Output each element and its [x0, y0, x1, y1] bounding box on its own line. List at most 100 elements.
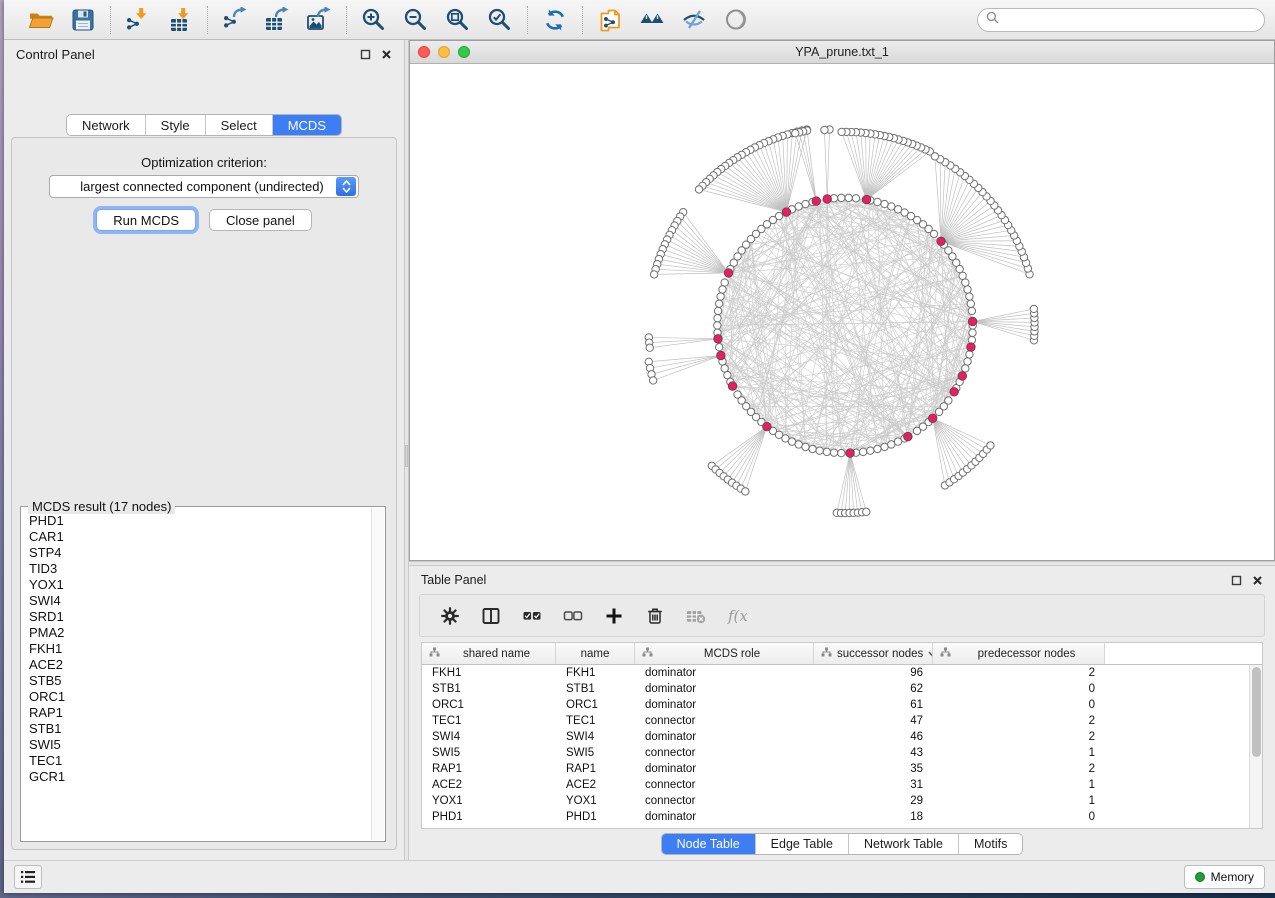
tab-motifs[interactable]: Motifs [959, 834, 1022, 854]
mcds-node[interactable] [904, 432, 913, 441]
mcds-result-item[interactable]: TID3 [29, 561, 371, 577]
network-graph[interactable] [410, 64, 1274, 560]
zoom-out-icon[interactable] [402, 6, 430, 34]
close-table-panel-icon[interactable] [1251, 574, 1263, 586]
zoom-in-icon[interactable] [360, 6, 388, 34]
mcds-result-item[interactable]: GCR1 [29, 769, 371, 785]
add-row-icon[interactable] [602, 604, 626, 628]
table-row-YOX1[interactable]: YOX1YOX1connector291 [422, 793, 1249, 809]
window-close-button[interactable] [418, 46, 430, 58]
search-input[interactable] [1004, 13, 1256, 27]
table-row-ACE2[interactable]: ACE2ACE2connector311 [422, 777, 1249, 793]
mcds-node[interactable] [724, 269, 733, 278]
open-folder-icon[interactable] [27, 6, 55, 34]
table-row-PHD1[interactable]: PHD1PHD1dominator180 [422, 809, 1249, 825]
mcds-result-item[interactable]: SWI4 [29, 593, 371, 609]
close-panel-icon[interactable] [380, 48, 392, 60]
table-row-RAP1[interactable]: RAP1RAP1dominator352 [422, 761, 1249, 777]
table-row-TEC1[interactable]: TEC1TEC1connector472 [422, 713, 1249, 729]
network-from-selection-icon[interactable] [596, 6, 624, 34]
zoom-selected-icon[interactable] [486, 6, 514, 34]
search-box[interactable] [977, 8, 1265, 32]
export-image-icon[interactable] [305, 6, 333, 34]
mcds-node[interactable] [823, 195, 832, 204]
table-row-SWI4[interactable]: SWI4SWI4dominator462 [422, 729, 1249, 745]
mcds-node[interactable] [846, 449, 855, 458]
import-table-icon[interactable] [166, 6, 194, 34]
table-row-ORC1[interactable]: ORC1ORC1dominator610 [422, 697, 1249, 713]
mcds-result-item[interactable]: SRD1 [29, 609, 371, 625]
column-header-predecessor-nodes[interactable]: predecessor nodes [933, 643, 1105, 664]
column-header-shared-name[interactable]: shared name [422, 643, 556, 664]
splitter-grip[interactable] [405, 445, 408, 467]
mcds-result-item[interactable]: ACE2 [29, 657, 371, 673]
tab-style[interactable]: Style [146, 115, 206, 135]
window-maximize-button[interactable] [458, 46, 470, 58]
table-row-STB1[interactable]: STB1STB1dominator620 [422, 681, 1249, 697]
tab-network[interactable]: Network [67, 115, 146, 135]
mcds-result-item[interactable]: RAP1 [29, 705, 371, 721]
import-network-icon[interactable] [124, 6, 152, 34]
select-all-icon[interactable] [520, 604, 544, 628]
deselect-all-icon[interactable] [561, 604, 585, 628]
mcds-result-item[interactable]: STB5 [29, 673, 371, 689]
refresh-icon[interactable] [541, 6, 569, 34]
mcds-node[interactable] [862, 195, 871, 204]
show-graphics-details-icon[interactable] [722, 6, 750, 34]
table-row-FKH1[interactable]: FKH1FKH1dominator962 [422, 665, 1249, 681]
export-table-icon[interactable] [263, 6, 291, 34]
tab-node-table[interactable]: Node Table [662, 834, 756, 854]
mcds-result-item[interactable]: STP4 [29, 545, 371, 561]
mcds-result-item[interactable]: FKH1 [29, 641, 371, 657]
column-header-MCDS-role[interactable]: MCDS role [635, 643, 814, 664]
mcds-result-item[interactable]: STB1 [29, 721, 371, 737]
mcds-node[interactable] [968, 317, 977, 326]
gear-icon[interactable] [438, 604, 462, 628]
mcds-result-item[interactable]: SWI5 [29, 737, 371, 753]
column-header-successor-nodes[interactable]: successor nodes [814, 643, 933, 664]
delete-row-icon[interactable] [643, 604, 667, 628]
mcds-result-item[interactable]: PHD1 [29, 513, 371, 529]
close-panel-button[interactable]: Close panel [209, 209, 312, 231]
save-icon[interactable] [69, 6, 97, 34]
columns-icon[interactable] [479, 604, 503, 628]
mcds-node[interactable] [812, 197, 821, 206]
zoom-fit-icon[interactable] [444, 6, 472, 34]
search-network-icon[interactable] [638, 6, 666, 34]
tab-network-table[interactable]: Network Table [849, 834, 959, 854]
optimization-criterion-dropdown[interactable]: largest connected component (undirected) [49, 175, 359, 198]
mcds-result-item[interactable]: CAR1 [29, 529, 371, 545]
mcds-node[interactable] [728, 382, 737, 391]
mcds-node[interactable] [714, 335, 723, 344]
table-scrollbar[interactable] [1249, 665, 1262, 828]
float-panel-icon[interactable] [359, 48, 371, 60]
mcds-node[interactable] [950, 388, 959, 397]
mcds-result-item[interactable]: TEC1 [29, 753, 371, 769]
window-minimize-button[interactable] [438, 46, 450, 58]
run-mcds-button[interactable]: Run MCDS [96, 209, 196, 231]
tab-mcds[interactable]: MCDS [273, 115, 341, 135]
scrollbar-thumb[interactable] [1252, 667, 1261, 757]
mcds-list-scrollbar[interactable] [371, 508, 384, 840]
memory-button[interactable]: Memory [1184, 865, 1265, 889]
table-row-SWI5[interactable]: SWI5SWI5connector431 [422, 745, 1249, 761]
export-network-icon[interactable] [221, 6, 249, 34]
mcds-node[interactable] [763, 422, 772, 431]
mcds-node[interactable] [928, 414, 937, 423]
mcds-result-item[interactable]: PMA2 [29, 625, 371, 641]
tab-select[interactable]: Select [206, 115, 273, 135]
mcds-result-item[interactable]: ORC1 [29, 689, 371, 705]
mcds-result-item[interactable]: YOX1 [29, 577, 371, 593]
mcds-node[interactable] [717, 351, 726, 360]
mcds-node[interactable] [937, 237, 946, 246]
mcds-node[interactable] [782, 208, 791, 217]
mcds-node[interactable] [958, 372, 967, 381]
tab-edge-table[interactable]: Edge Table [756, 834, 849, 854]
float-table-panel-icon[interactable] [1230, 574, 1242, 586]
network-window-titlebar[interactable]: YPA_prune.txt_1 [410, 41, 1274, 64]
column-header-name[interactable]: name [556, 643, 635, 664]
mcds-node[interactable] [967, 343, 976, 352]
task-history-button[interactable] [14, 865, 42, 889]
network-canvas[interactable] [410, 64, 1274, 560]
hide-graphics-details-icon[interactable] [680, 6, 708, 34]
